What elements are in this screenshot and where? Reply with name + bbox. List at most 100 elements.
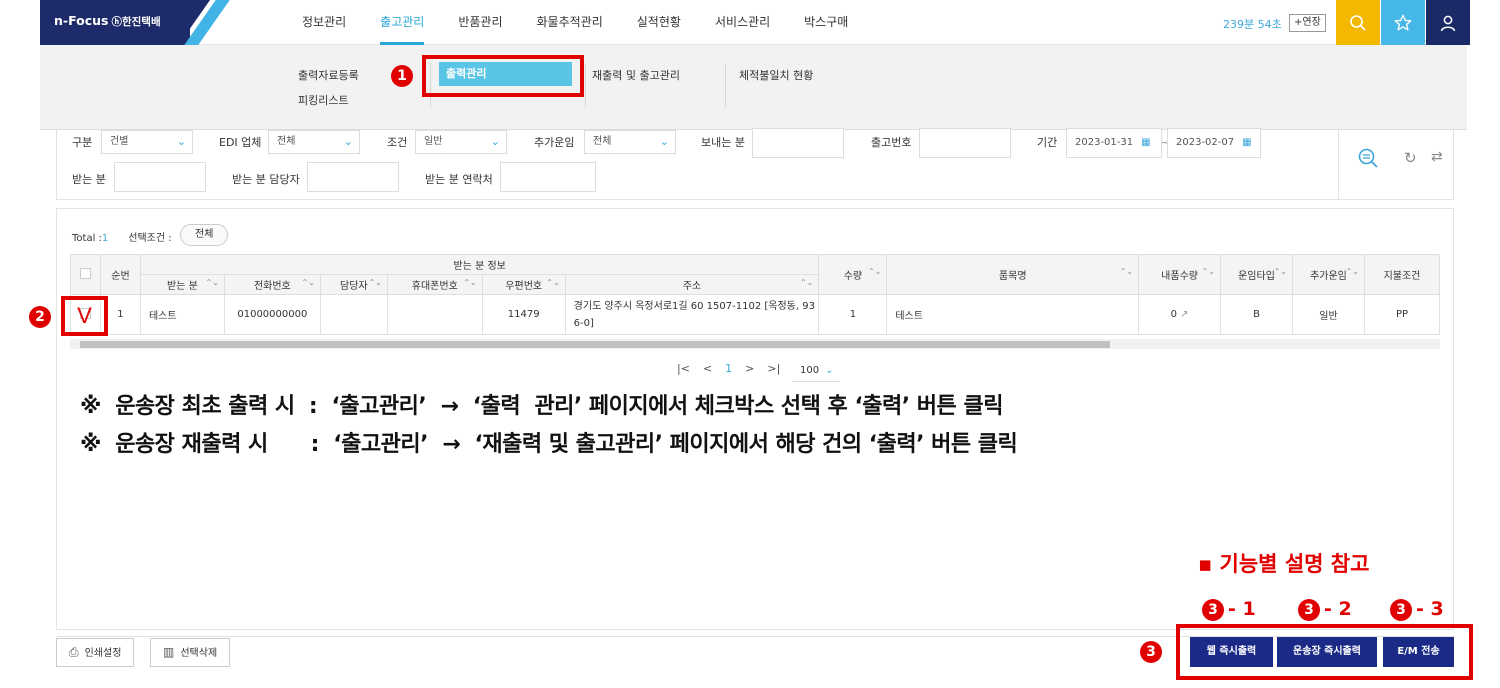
sort-icon[interactable]: ⌃⌄ <box>1202 267 1215 276</box>
col-name[interactable]: 받는 분 ⌃⌄ <box>139 274 225 295</box>
external-link-icon[interactable]: ↗ <box>1180 309 1188 320</box>
user-icon[interactable] <box>1426 0 1470 45</box>
receiver-input[interactable] <box>114 162 206 192</box>
sort-icon[interactable]: ⌃⌄ <box>1346 267 1359 276</box>
swap-icon[interactable]: ⇄ <box>1431 149 1443 165</box>
scrollbar-thumb[interactable] <box>80 341 1110 348</box>
page-size-select[interactable]: 100 ⌄ <box>792 360 840 382</box>
date-from-input[interactable]: 2023-01-31 ▦ <box>1066 128 1162 158</box>
current-page[interactable]: 1 <box>725 362 732 375</box>
receiver-contact-input[interactable] <box>307 162 399 192</box>
extend-session-button[interactable]: +연장 <box>1289 14 1326 32</box>
extra-fare-value: 전체 <box>593 136 612 147</box>
marker-dot: 3 <box>1390 599 1412 621</box>
sort-icon[interactable]: ⌃⌄ <box>800 278 813 287</box>
sender-input[interactable] <box>752 128 844 158</box>
extra-fare-select[interactable]: 전체 ⌄ <box>584 130 676 154</box>
submenu-volume-mismatch[interactable]: 체적불일치 현황 <box>739 67 813 83</box>
cell-fare-type: B <box>1220 294 1293 335</box>
page-size-value: 100 <box>800 365 820 376</box>
table-row[interactable]: 1 테스트 01000000000 11479 경기도 양주시 옥정서로1길 6… <box>70 294 1440 335</box>
feature-label-3-1: 3- 1 <box>1202 598 1256 621</box>
sort-icon[interactable]: ⌃⌄ <box>301 278 314 287</box>
waybill-print-button[interactable]: 운송장 즉시출력 <box>1277 637 1377 667</box>
delete-selected-button[interactable]: ▥ 선택삭제 <box>150 638 231 667</box>
col-qty[interactable]: 수량 ⌃⌄ <box>818 254 888 295</box>
em-send-button[interactable]: E/M 전송 <box>1383 637 1454 667</box>
select-all-header <box>70 254 101 295</box>
refresh-icon[interactable]: ↻ <box>1404 149 1417 167</box>
edi-select[interactable]: 전체 ⌄ <box>268 130 360 154</box>
nav-service-management[interactable]: 서비스관리 <box>698 0 787 45</box>
submenu-print-data-register[interactable]: 출력자료등록 <box>298 67 359 83</box>
logo-subtext: ⓗ한진택배 <box>111 16 161 28</box>
col-mobile[interactable]: 휴대폰번호 ⌃⌄ <box>386 274 483 295</box>
col-inner-qty[interactable]: 내품수량 ⌃⌄ <box>1138 254 1222 295</box>
horizontal-scrollbar[interactable] <box>70 339 1440 349</box>
print-settings-label: 인쇄설정 <box>84 648 122 659</box>
calendar-icon[interactable]: ▦ <box>1242 137 1251 148</box>
instruction-note-1: ※ 운송장 최초 출력 시 : ‘출고관리’ → ‘출력 관리’ 페이지에서 체… <box>80 394 1003 419</box>
cell-contact <box>319 294 388 335</box>
sort-icon[interactable]: ⌃⌄ <box>868 267 881 276</box>
col-addr[interactable]: 주소 ⌃⌄ <box>564 274 820 295</box>
nav-box-purchase[interactable]: 박스구매 <box>787 0 865 45</box>
col-mobile-label: 휴대폰번호 <box>411 281 458 292</box>
annotation-marker-1: 1 <box>391 65 413 87</box>
session-timer: 239분 54초 <box>1223 18 1282 31</box>
col-fare-type[interactable]: 운임타입 ⌃⌄ <box>1220 254 1293 295</box>
period-label: 기간 <box>1037 136 1058 149</box>
col-zip[interactable]: 우편번호 ⌃⌄ <box>481 274 566 295</box>
submenu-picking-list[interactable]: 피킹리스트 <box>298 92 349 108</box>
delete-selected-label: 선택삭제 <box>180 648 218 659</box>
extra-fare-label: 추가운임 <box>534 136 575 149</box>
sort-icon[interactable]: ⌃⌄ <box>205 278 218 287</box>
submenu-reprint-management[interactable]: 재출력 및 출고관리 <box>592 67 680 83</box>
next-page-icon[interactable]: > <box>745 362 754 375</box>
web-print-button[interactable]: 웹 즉시출력 <box>1190 637 1273 667</box>
col-pay-cond[interactable]: 지불조건 <box>1363 254 1440 295</box>
instruction-note-2: ※ 운송장 재출력 시 : ‘출고관리’ → ‘재출력 및 출고관리’ 페이지에… <box>80 432 1018 457</box>
selection-condition-pill[interactable]: 전체 <box>180 224 229 246</box>
feature-label-3-3: 3- 3 <box>1390 598 1444 621</box>
prev-page-icon[interactable]: < <box>703 362 712 375</box>
annotation-marker-3: 3 <box>1140 641 1162 663</box>
date-to-input[interactable]: 2023-02-07 ▦ <box>1167 128 1261 158</box>
chevron-down-icon: ⌄ <box>659 135 669 148</box>
star-icon[interactable] <box>1381 0 1425 45</box>
receiver-phone-input[interactable] <box>500 162 596 192</box>
logo[interactable]: n-Focus ⓗ한진택배 <box>40 0 240 45</box>
shipment-number-input[interactable] <box>919 128 1011 158</box>
nav-performance[interactable]: 실적현황 <box>620 0 698 45</box>
gubun-select[interactable]: 건별 ⌄ <box>101 130 193 154</box>
sort-icon[interactable]: ⌃⌄ <box>546 278 559 287</box>
nav-info-management[interactable]: 정보관리 <box>285 0 363 45</box>
col-inner-qty-label: 내품수량 <box>1161 271 1198 282</box>
col-contact[interactable]: 담당자 ⌃⌄ <box>319 274 388 295</box>
calendar-icon[interactable]: ▦ <box>1141 137 1150 148</box>
select-all-checkbox[interactable] <box>79 267 91 279</box>
search-icon[interactable] <box>1336 0 1380 45</box>
condition-select[interactable]: 일반 ⌄ <box>415 130 507 154</box>
sort-icon[interactable]: ⌃⌄ <box>368 278 381 287</box>
sort-icon[interactable]: ⌃⌄ <box>1120 267 1133 276</box>
col-extra-fare[interactable]: 추가운임 ⌃⌄ <box>1292 254 1365 295</box>
annotation-box-2: V <box>61 296 108 336</box>
nav-returns-management[interactable]: 반품관리 <box>441 0 519 45</box>
condition-label: 조건 <box>387 136 408 149</box>
cell-inner-qty[interactable]: 0 ↗ <box>1138 294 1222 335</box>
pagination: |< <1 > >| <box>677 362 793 375</box>
col-item[interactable]: 품목명 ⌃⌄ <box>886 254 1140 295</box>
marker-dot: 3 <box>1298 599 1320 621</box>
sort-icon[interactable]: ⌃⌄ <box>1274 267 1287 276</box>
sort-icon[interactable]: ⌃⌄ <box>463 278 476 287</box>
nav-shipping-management[interactable]: 출고관리 <box>363 0 441 45</box>
total-value: 1 <box>101 233 109 244</box>
print-settings-button[interactable]: ⎙ 인쇄설정 <box>56 638 135 667</box>
first-page-icon[interactable]: |< <box>677 362 690 375</box>
col-contact-label: 담당자 <box>340 281 368 292</box>
search-list-icon[interactable] <box>1357 147 1379 174</box>
col-phone[interactable]: 전화번호 ⌃⌄ <box>223 274 321 295</box>
nav-cargo-tracking[interactable]: 화물추적관리 <box>520 0 620 45</box>
last-page-icon[interactable]: >| <box>767 362 780 375</box>
